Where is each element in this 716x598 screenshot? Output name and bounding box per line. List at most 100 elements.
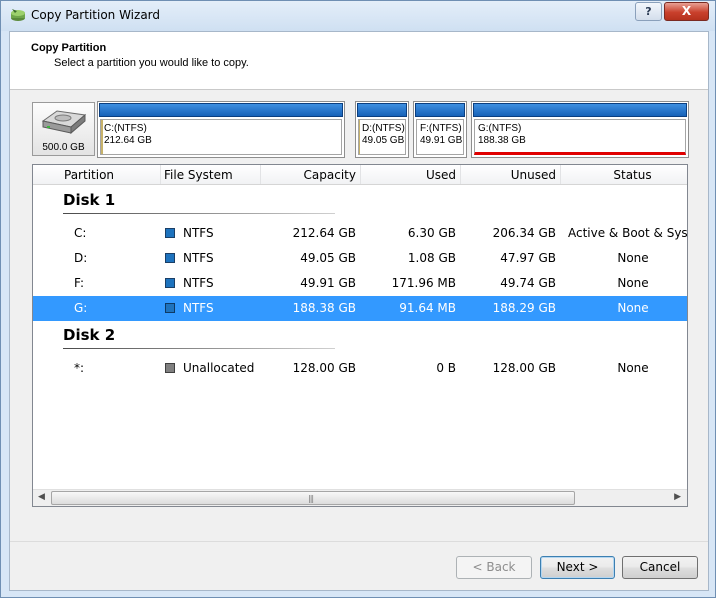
close-button[interactable]: X xyxy=(664,2,709,21)
partition-bar xyxy=(99,103,343,117)
fs-color-swatch xyxy=(165,228,175,238)
cell-partition: *: xyxy=(74,361,85,375)
help-button[interactable]: ? xyxy=(635,2,662,21)
cell-status: None xyxy=(617,251,649,265)
column-header-status[interactable]: Status xyxy=(560,168,687,182)
disk-map: 500.0 GB C:(NTFS) 212.64 GB D:(NTFS) 49.… xyxy=(32,101,689,158)
partition-block-d[interactable]: D:(NTFS) 49.05 GB xyxy=(355,101,409,158)
cell-capacity: 128.00 GB xyxy=(292,361,356,375)
partition-fs-label: G:(NTFS) xyxy=(478,123,522,134)
cell-unused: 188.29 GB xyxy=(492,301,556,315)
table-row[interactable]: D: NTFS 49.05 GB 1.08 GB 47.97 GB None xyxy=(33,246,687,271)
fs-color-swatch xyxy=(165,278,175,288)
scrollbar-thumb[interactable]: ||| xyxy=(51,491,575,505)
partition-label: G:(NTFS) 188.38 GB xyxy=(478,123,526,147)
wizard-client-area: Copy Partition Select a partition you wo… xyxy=(9,31,709,591)
fs-color-swatch xyxy=(165,303,175,313)
cell-file-system: NTFS xyxy=(183,301,214,315)
table-row-selected[interactable]: G: NTFS 188.38 GB 91.64 MB 188.29 GB Non… xyxy=(33,296,687,321)
partition-size-label: 49.05 GB xyxy=(362,135,405,146)
column-header-used[interactable]: Used xyxy=(360,168,456,182)
cell-capacity: 212.64 GB xyxy=(292,226,356,240)
partition-label: C:(NTFS) 212.64 GB xyxy=(104,123,152,147)
partition-bar xyxy=(473,103,687,117)
cell-capacity: 188.38 GB xyxy=(292,301,356,315)
partition-size-label: 188.38 GB xyxy=(478,135,526,146)
table-row[interactable]: C: NTFS 212.64 GB 6.30 GB 206.34 GB Acti… xyxy=(33,221,687,246)
disk-1-block[interactable]: 500.0 GB xyxy=(32,102,95,156)
cell-used: 0 B xyxy=(436,361,456,375)
cell-file-system: NTFS xyxy=(183,276,214,290)
partition-block-g[interactable]: G:(NTFS) 188.38 GB xyxy=(471,101,689,158)
cell-file-system: NTFS xyxy=(183,251,214,265)
cell-status: None xyxy=(617,301,649,315)
cell-file-system: Unallocated xyxy=(183,361,255,375)
cell-status: Active & Boot & System xyxy=(568,226,687,240)
column-separator[interactable] xyxy=(160,165,161,184)
partition-fs-label: D:(NTFS) xyxy=(362,123,405,134)
scroll-grip-icon: ||| xyxy=(308,494,314,503)
partition-inner: D:(NTFS) 49.05 GB xyxy=(358,119,406,155)
column-header-file-system[interactable]: File System xyxy=(164,168,233,182)
cell-unused: 49.74 GB xyxy=(500,276,556,290)
column-header-row: Partition File System Capacity Used Unus… xyxy=(33,165,687,185)
horizontal-scrollbar[interactable]: ◀ ||| ▶ xyxy=(33,489,687,506)
cell-unused: 206.34 GB xyxy=(492,226,556,240)
partition-size-label: 212.64 GB xyxy=(104,135,152,146)
partition-bar xyxy=(415,103,465,117)
partition-label: D:(NTFS) 49.05 GB xyxy=(362,123,405,147)
window-title: Copy Partition Wizard xyxy=(31,8,161,22)
cell-unused: 128.00 GB xyxy=(492,361,556,375)
partition-inner: G:(NTFS) 188.38 GB xyxy=(474,119,686,155)
scroll-left-icon[interactable]: ◀ xyxy=(38,492,45,502)
cell-used: 1.08 GB xyxy=(407,251,456,265)
cell-status: None xyxy=(617,276,649,290)
disk-size-label: 500.0 GB xyxy=(42,142,85,153)
group-divider xyxy=(63,348,335,349)
fs-color-swatch xyxy=(165,253,175,263)
cell-file-system: NTFS xyxy=(183,226,214,240)
page-subtitle: Select a partition you would like to cop… xyxy=(54,57,249,69)
column-header-unused[interactable]: Unused xyxy=(460,168,556,182)
partition-fs-label: C:(NTFS) xyxy=(104,123,147,134)
wizard-app-icon xyxy=(9,7,27,23)
fs-color-swatch xyxy=(165,363,175,373)
partition-label: F:(NTFS) 49.91 GB xyxy=(420,123,462,147)
cell-partition: G: xyxy=(74,301,88,315)
group-divider xyxy=(63,213,335,214)
cell-used: 171.96 MB xyxy=(391,276,456,290)
next-button[interactable]: Next > xyxy=(540,556,615,579)
partition-size-label: 49.91 GB xyxy=(420,135,463,146)
cell-capacity: 49.91 GB xyxy=(300,276,356,290)
column-header-capacity[interactable]: Capacity xyxy=(260,168,356,182)
footer-divider xyxy=(10,541,708,542)
disk-group-header: Disk 2 xyxy=(63,326,116,344)
partition-block-f[interactable]: F:(NTFS) 49.91 GB xyxy=(413,101,467,158)
back-button[interactable]: < Back xyxy=(456,556,532,579)
partition-inner: C:(NTFS) 212.64 GB xyxy=(100,119,342,155)
used-space-marker xyxy=(359,120,360,154)
title-bar[interactable]: Copy Partition Wizard ? X xyxy=(1,1,715,31)
cell-capacity: 49.05 GB xyxy=(300,251,356,265)
copy-partition-wizard-window: Copy Partition Wizard ? X Copy Partition… xyxy=(0,0,716,598)
cell-partition: F: xyxy=(74,276,85,290)
cell-used: 91.64 MB xyxy=(399,301,456,315)
wizard-header: Copy Partition Select a partition you wo… xyxy=(10,32,708,90)
table-row[interactable]: *: Unallocated 128.00 GB 0 B 128.00 GB N… xyxy=(33,356,687,381)
cell-used: 6.30 GB xyxy=(407,226,456,240)
cancel-button[interactable]: Cancel xyxy=(622,556,698,579)
partition-inner: F:(NTFS) 49.91 GB xyxy=(416,119,464,155)
cell-status: None xyxy=(617,361,649,375)
column-header-partition[interactable]: Partition xyxy=(64,168,114,182)
scroll-right-icon[interactable]: ▶ xyxy=(674,492,681,502)
disk-group-header: Disk 1 xyxy=(63,191,116,209)
hard-disk-icon xyxy=(41,110,87,135)
partition-rows: Disk 1 C: NTFS 212.64 GB 6.30 GB 206.34 … xyxy=(33,186,687,486)
table-row[interactable]: F: NTFS 49.91 GB 171.96 MB 49.74 GB None xyxy=(33,271,687,296)
used-space-marker xyxy=(101,120,103,154)
partition-bar xyxy=(357,103,407,117)
cell-unused: 47.97 GB xyxy=(500,251,556,265)
partition-list[interactable]: Partition File System Capacity Used Unus… xyxy=(32,164,688,507)
cell-partition: C: xyxy=(74,226,87,240)
partition-block-c[interactable]: C:(NTFS) 212.64 GB xyxy=(97,101,345,158)
